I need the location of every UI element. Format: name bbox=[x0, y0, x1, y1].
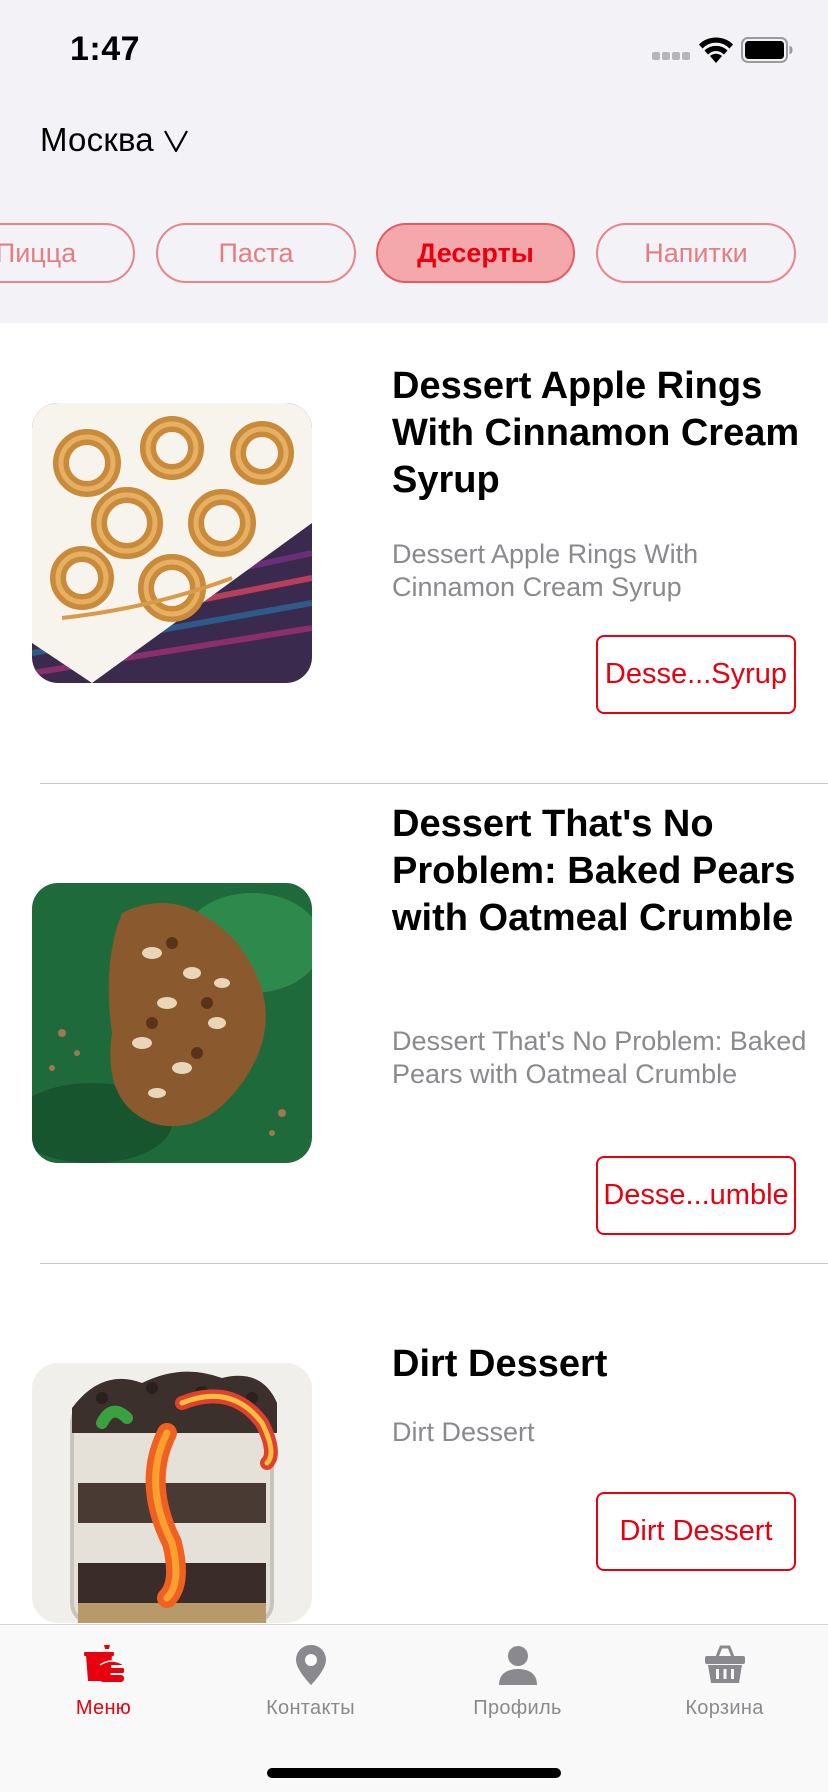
category-chip-pasta[interactable]: Паста bbox=[156, 223, 356, 283]
status-bar: 1:47 bbox=[0, 0, 828, 100]
tab-bar: Меню Контакты Профиль Корзина bbox=[0, 1624, 828, 1792]
tab-label: Контакты bbox=[266, 1697, 355, 1719]
city-selector[interactable]: Москва bbox=[40, 118, 190, 162]
product-list[interactable]: Dessert Apple Rings With Cinnamon Cream … bbox=[0, 323, 828, 1624]
category-chips: Пицца Паста Десерты Напитки bbox=[0, 223, 828, 285]
item-title: Dessert That's No Problem: Baked Pears w… bbox=[392, 803, 796, 939]
item-action-button[interactable]: Desse...umble bbox=[596, 1156, 796, 1235]
home-indicator[interactable] bbox=[267, 1768, 561, 1778]
category-chip-pizza[interactable]: Пицца bbox=[0, 223, 135, 283]
city-label: Москва bbox=[40, 121, 154, 158]
wifi-icon bbox=[699, 37, 733, 63]
item-title: Dirt Dessert bbox=[392, 1343, 608, 1385]
list-item[interactable]: Dessert That's No Problem: Baked Pears w… bbox=[0, 803, 828, 1283]
divider bbox=[40, 1263, 828, 1264]
fastfood-icon bbox=[83, 1645, 124, 1682]
tab-label: Профиль bbox=[473, 1697, 562, 1719]
baked-pear-photo bbox=[32, 883, 312, 1163]
status-time: 1:47 bbox=[70, 30, 141, 68]
item-action-label: Desse...umble bbox=[603, 1179, 789, 1211]
location-pin-icon bbox=[295, 1645, 326, 1685]
tab-cart[interactable]: Корзина bbox=[621, 1643, 828, 1733]
person-icon bbox=[498, 1646, 537, 1685]
item-description: Dessert That's No Problem: Baked Pears w… bbox=[392, 1026, 807, 1089]
divider bbox=[40, 783, 828, 784]
item-description: Dessert Apple Rings With Cinnamon Cream … bbox=[392, 539, 699, 602]
item-action-button[interactable]: Desse...Syrup bbox=[596, 635, 796, 714]
battery-icon bbox=[741, 37, 793, 63]
tab-label: Меню bbox=[75, 1697, 132, 1719]
category-chip-desserts[interactable]: Десерты bbox=[376, 223, 575, 283]
tab-menu[interactable]: Меню bbox=[0, 1643, 207, 1733]
apple-rings-photo bbox=[32, 403, 312, 683]
item-description: Dirt Dessert bbox=[392, 1417, 535, 1447]
tab-profile[interactable]: Профиль bbox=[414, 1643, 621, 1733]
category-label: Напитки bbox=[644, 237, 748, 268]
list-item[interactable]: Dessert Apple Rings With Cinnamon Cream … bbox=[0, 323, 828, 803]
item-title: Dessert Apple Rings With Cinnamon Cream … bbox=[392, 365, 800, 501]
tab-contacts[interactable]: Контакты bbox=[207, 1643, 414, 1733]
dirt-dessert-photo bbox=[32, 1363, 312, 1623]
item-action-label: Dirt Dessert bbox=[619, 1515, 773, 1547]
category-label: Паста bbox=[218, 237, 294, 268]
header-area: 1:47 Москва Пицца Паста Десерты Напитки bbox=[0, 0, 828, 323]
category-label: Десерты bbox=[417, 237, 534, 268]
cellular-signal-icon bbox=[652, 52, 690, 60]
tab-label: Корзина bbox=[685, 1697, 764, 1719]
category-chip-drinks[interactable]: Напитки bbox=[596, 223, 796, 283]
item-action-button[interactable]: Dirt Dessert bbox=[596, 1492, 796, 1571]
category-label: Пицца bbox=[0, 237, 77, 268]
basket-icon bbox=[704, 1645, 745, 1683]
chevron-down-icon bbox=[163, 130, 188, 153]
list-item[interactable]: Dirt Dessert Dirt Dessert Dirt Dessert bbox=[0, 1283, 828, 1624]
item-action-label: Desse...Syrup bbox=[604, 658, 788, 690]
